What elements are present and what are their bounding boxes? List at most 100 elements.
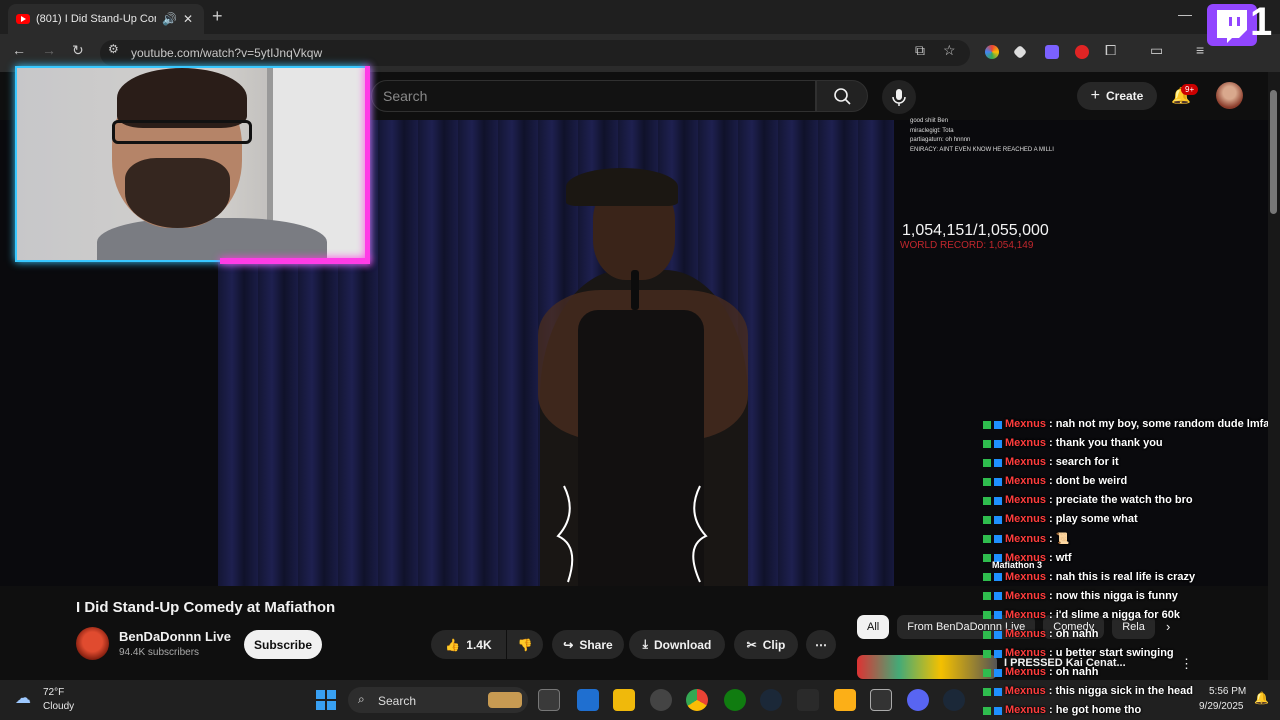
download-label: Download <box>653 637 712 652</box>
like-button[interactable]: 👍 1.4K <box>431 630 506 659</box>
stream-overlay-chat: good shiit Ben miraclegigt: Tota partiag… <box>910 117 1060 155</box>
recommended-thumbnail[interactable] <box>857 655 997 679</box>
extension-red-icon[interactable] <box>1075 45 1089 59</box>
chat-user: Mexnus <box>1005 589 1046 602</box>
discord-icon[interactable] <box>907 689 929 711</box>
extension-color-icon[interactable] <box>985 45 999 59</box>
chat-line: Mexnus: search for it <box>983 453 1280 472</box>
dislike-button[interactable]: 👎 <box>507 630 543 659</box>
new-tab-button[interactable]: + <box>212 6 223 27</box>
badge-icon <box>994 458 1002 467</box>
badge-icon <box>983 458 991 467</box>
chrome-icon[interactable] <box>686 689 708 711</box>
badge-icon <box>994 649 1002 658</box>
badge-icon <box>983 477 991 486</box>
media-control-icon[interactable]: ≡ <box>1196 42 1204 58</box>
clip-button[interactable]: ✂ Clip <box>734 630 798 659</box>
clock-date[interactable]: 9/29/2025 <box>1199 701 1244 712</box>
more-actions-button[interactable]: ⋯ <box>806 630 836 659</box>
steam-icon[interactable] <box>760 689 782 711</box>
search-placeholder: Search <box>383 88 428 104</box>
webcam-hair <box>117 68 247 128</box>
weather-temperature[interactable]: 72°F <box>43 687 64 698</box>
back-icon[interactable]: ← <box>12 42 26 58</box>
search-button[interactable] <box>816 80 868 112</box>
windows-start-icon[interactable] <box>316 690 336 710</box>
performer-cap <box>566 168 678 206</box>
chat-line: Mexnus: thank you thank you <box>983 434 1280 453</box>
share-icon: ↪ <box>563 637 574 652</box>
speaker-icon[interactable]: 🔊 <box>162 12 177 26</box>
taskbar-search-label: Search <box>378 694 417 708</box>
twitch-chat-overlay: Mexnus : nah not my boy, some random dude… <box>983 415 1280 682</box>
forward-icon[interactable]: → <box>42 42 56 58</box>
chat-msg: : 📜 <box>1048 532 1070 545</box>
chat-msg: : thank you thank you <box>1048 437 1163 450</box>
badge-icon <box>994 477 1002 486</box>
close-tab-icon[interactable]: ✕ <box>183 12 193 26</box>
reload-icon[interactable]: ↻ <box>72 42 84 59</box>
badge-icon <box>983 592 991 601</box>
download-button[interactable]: ⤓ Download <box>629 630 725 659</box>
badge-icon <box>983 439 991 448</box>
webcam-glasses <box>112 120 252 144</box>
extensions-puzzle-icon[interactable]: ⧠ <box>1105 42 1116 59</box>
badge-icon <box>983 420 991 429</box>
chat-msg: : nah this is real life is crazy <box>1048 570 1196 583</box>
badge-icon <box>993 687 1002 696</box>
overlay-chat-line: ENIRACY: AINT EVEN KNOW HE REACHED A MIL… <box>910 146 1054 153</box>
bookmark-star-icon[interactable]: ☆ <box>943 42 956 59</box>
webcam-glow-border <box>220 258 370 264</box>
chat-user: Mexnus <box>1005 494 1046 507</box>
chat-msg: : now this nigga is funny <box>1048 589 1178 602</box>
epic-games-icon[interactable] <box>797 689 819 711</box>
badge-icon <box>994 420 1002 429</box>
badge-icon <box>983 573 991 582</box>
rockstar-icon[interactable] <box>834 689 856 711</box>
scrollbar-thumb[interactable] <box>1270 90 1277 214</box>
account-avatar[interactable] <box>1216 82 1243 109</box>
notification-center-icon[interactable]: 🔔 <box>1254 691 1269 705</box>
chat-user: Mexnus <box>1005 608 1046 621</box>
extension-twitch-icon[interactable] <box>1045 45 1059 59</box>
clock-time[interactable]: 5:56 PM <box>1209 686 1246 697</box>
7zip-icon[interactable] <box>870 689 892 711</box>
chat-user: Mexnus <box>1005 647 1046 660</box>
subscribe-button[interactable]: Subscribe <box>244 630 322 659</box>
overlay-chat-line: miraclegigt: Tota <box>910 127 954 134</box>
chat-line: Mexnus: now this nigga is funny <box>983 587 1280 606</box>
xbox-icon[interactable] <box>724 689 746 711</box>
chat-line: Mexnus: oh nahh <box>983 625 1280 644</box>
voice-search-button[interactable] <box>882 80 916 114</box>
cloud-icon[interactable]: ☁ <box>15 688 31 708</box>
browser-tab[interactable]: (801) I Did Stand-Up Comed 🔊 ✕ <box>8 4 204 34</box>
app-icon[interactable] <box>650 689 672 711</box>
weather-description[interactable]: Cloudy <box>43 701 74 712</box>
store-icon[interactable] <box>577 689 599 711</box>
steam-helper-icon[interactable] <box>943 689 965 711</box>
channel-name[interactable]: BenDaDonnn Live <box>119 629 231 644</box>
share-button[interactable]: ↪ Share <box>552 630 624 659</box>
taskbar-search-icon: ⌕ <box>358 692 365 706</box>
chat-msg: : nah not my boy, some random dude lmfao <box>1048 418 1277 430</box>
badge-icon <box>994 573 1002 582</box>
url-text[interactable]: youtube.com/watch?v=5ytIJnqVkqw <box>131 46 322 60</box>
task-view-icon[interactable] <box>538 689 560 711</box>
search-input[interactable] <box>371 80 816 112</box>
chat-msg: : search for it <box>1048 456 1119 469</box>
channel-avatar[interactable] <box>76 627 109 660</box>
youtube-favicon-icon <box>16 14 30 24</box>
install-app-icon[interactable]: ⧉ <box>915 42 925 59</box>
chip-all[interactable]: All <box>857 615 890 639</box>
search-highlight-icon[interactable] <box>488 692 522 708</box>
create-button[interactable]: + Create <box>1077 82 1157 110</box>
download-icon: ⤓ <box>642 637 648 651</box>
chat-user: Mexnus <box>1005 456 1046 469</box>
split-view-icon[interactable]: ▭ <box>1150 42 1163 59</box>
file-explorer-icon[interactable] <box>613 689 635 711</box>
chat-user: Mexnus <box>1005 532 1046 545</box>
minimize-button[interactable]: — <box>1178 6 1192 22</box>
site-info-icon[interactable]: ⚙ <box>108 42 119 56</box>
pants-pattern <box>556 485 708 583</box>
chat-user: Mexnus <box>1005 570 1046 583</box>
